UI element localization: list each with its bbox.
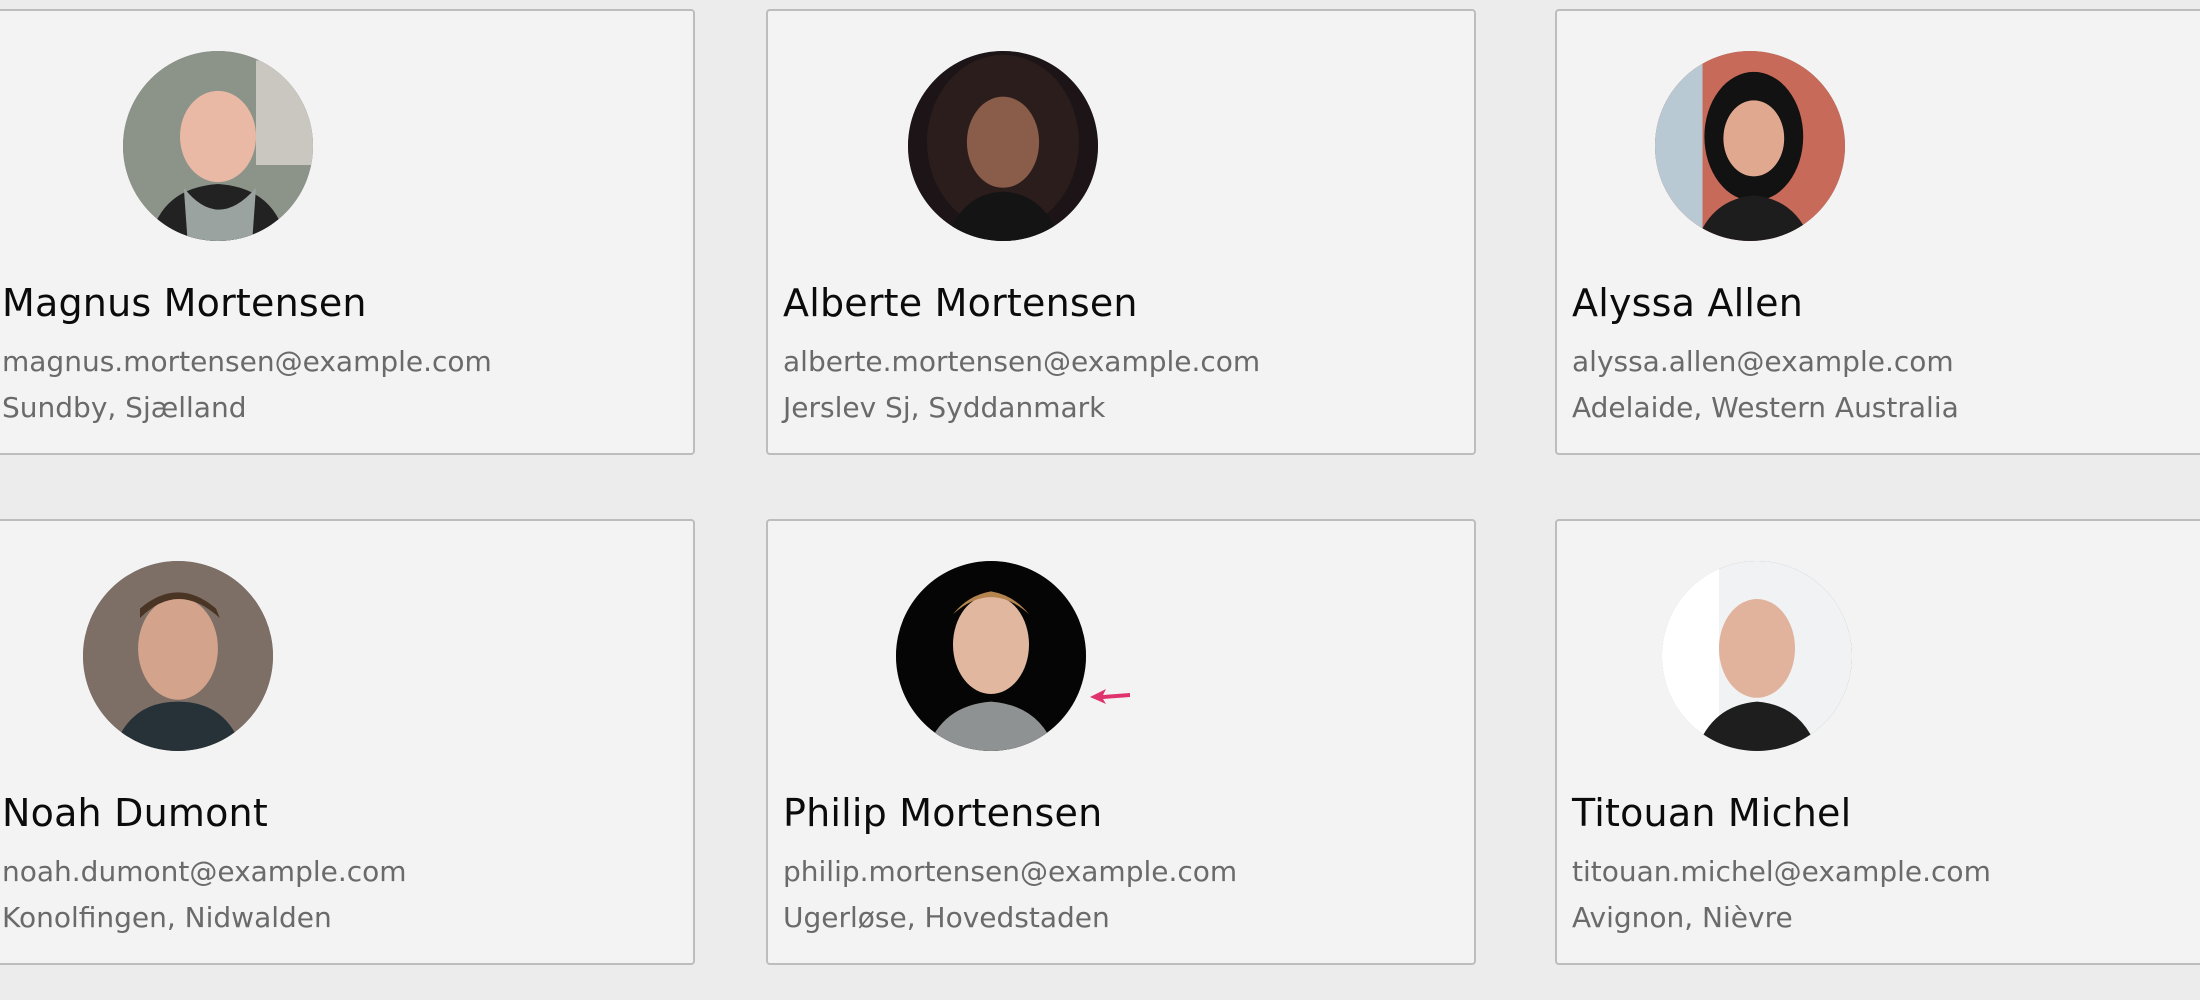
user-location: Sundby, Sjælland [2,391,247,424]
pointer-arrow-icon [1090,689,1130,704]
user-name: Philip Mortensen [783,791,1103,835]
avatar [1655,51,1845,241]
user-card[interactable]: Magnus Mortensen magnus.mortensen@exampl… [0,9,695,455]
user-card[interactable]: Noah Dumont noah.dumont@example.com Kono… [0,519,695,965]
user-email: magnus.mortensen@example.com [2,345,492,378]
user-card[interactable]: Titouan Michel titouan.michel@example.co… [1555,519,2200,965]
user-name: Alberte Mortensen [783,281,1138,325]
avatar [83,561,273,751]
user-location: Ugerløse, Hovedstaden [783,901,1110,934]
user-location: Adelaide, Western Australia [1572,391,1959,424]
user-email: alberte.mortensen@example.com [783,345,1261,378]
user-email: noah.dumont@example.com [2,855,407,888]
user-location: Konolfingen, Nidwalden [2,901,332,934]
user-name: Alyssa Allen [1572,281,1803,325]
avatar [896,561,1086,751]
user-email: alyssa.allen@example.com [1572,345,1954,378]
user-card[interactable]: Alberte Mortensen alberte.mortensen@exam… [766,9,1476,455]
user-name: Magnus Mortensen [2,281,367,325]
avatar [1662,561,1852,751]
avatar-photo [1662,561,1852,751]
avatar-photo [908,51,1098,241]
avatar-photo [83,561,273,751]
user-location: Jerslev Sj, Syddanmark [783,391,1106,424]
avatar-photo [1655,51,1845,241]
avatar-photo [896,561,1086,751]
user-location: Avignon, Nièvre [1572,901,1793,934]
avatar [123,51,313,241]
user-email: titouan.michel@example.com [1572,855,1991,888]
user-card-grid: Magnus Mortensen magnus.mortensen@exampl… [0,0,2200,1000]
avatar [908,51,1098,241]
user-email: philip.mortensen@example.com [783,855,1238,888]
user-card[interactable]: Alyssa Allen alyssa.allen@example.com Ad… [1555,9,2200,455]
user-name: Titouan Michel [1572,791,1852,835]
avatar-photo [123,51,313,241]
user-card[interactable]: Philip Mortensen philip.mortensen@exampl… [766,519,1476,965]
user-name: Noah Dumont [2,791,268,835]
